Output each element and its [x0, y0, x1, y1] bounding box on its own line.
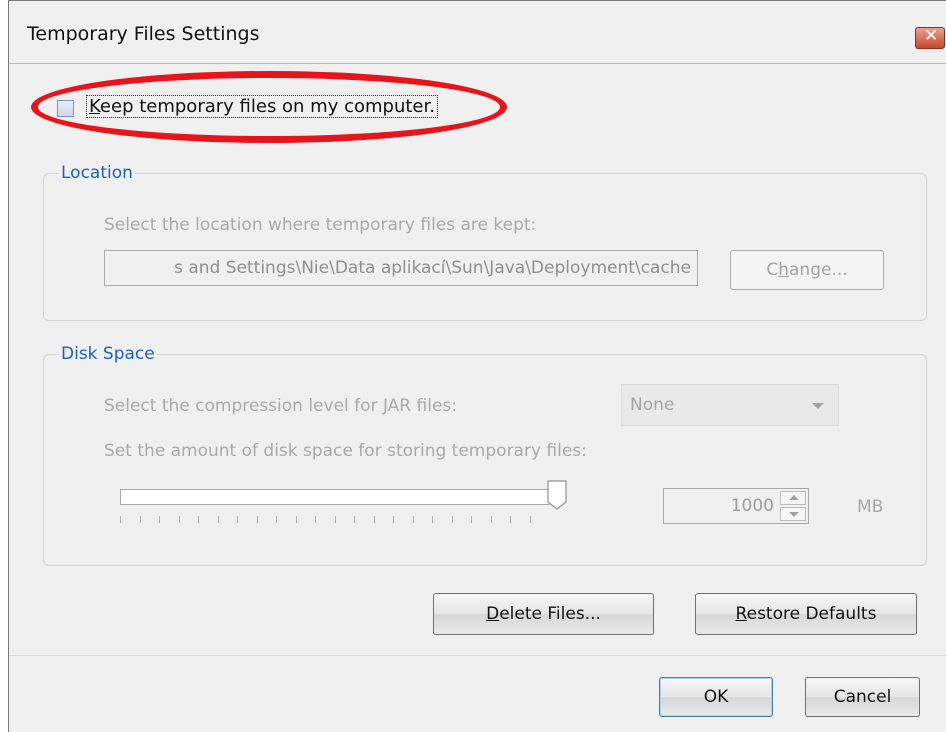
slider-tick	[354, 516, 355, 523]
slider-tick	[510, 516, 511, 523]
ok-label: OK	[703, 687, 729, 707]
delete-label-text: elete Files...	[499, 604, 601, 624]
arrow-up-icon	[789, 495, 799, 500]
slider-tick	[432, 516, 433, 523]
slider-tick	[334, 516, 336, 523]
restore-label-text: estore Defaults	[746, 604, 877, 624]
slider-tick	[178, 516, 180, 523]
change-location-button[interactable]: Change...	[730, 250, 884, 290]
slider-tick	[295, 516, 297, 523]
ok-button[interactable]: OK	[659, 677, 773, 717]
unit-label: MB	[857, 497, 884, 517]
location-description: Select the location where temporary file…	[104, 215, 537, 235]
slider-tick	[451, 516, 453, 523]
cancel-button[interactable]: Cancel	[805, 677, 920, 717]
disk-space-value: 1000	[730, 496, 774, 516]
slider-tick	[217, 516, 219, 523]
footer-divider	[9, 655, 946, 656]
restore-label-mnemonic: R	[735, 604, 747, 624]
spinner-down-button[interactable]	[780, 507, 806, 521]
close-button[interactable]: ✕	[915, 26, 945, 49]
chevron-down-icon	[812, 403, 824, 409]
disk-space-spinner[interactable]: 1000	[663, 488, 809, 524]
disk-space-legend: Disk Space	[59, 344, 157, 364]
cache-path-field[interactable]: s and Settings\Nie\Data aplikací\Sun\Jav…	[104, 250, 698, 286]
compression-select[interactable]: None	[621, 384, 839, 426]
title-bar: Temporary Files Settings ✕	[9, 1, 946, 64]
slider-tick	[198, 516, 199, 523]
restore-defaults-button[interactable]: Restore Defaults	[695, 593, 917, 635]
slider-tick	[412, 516, 414, 523]
change-label-mnemonic: h	[778, 260, 789, 280]
delete-label-mnemonic: D	[486, 604, 500, 624]
disk-amount-label: Set the amount of disk space for storing…	[104, 441, 587, 461]
highlight-annotation-ring	[31, 71, 507, 143]
delete-files-button[interactable]: Delete Files...	[433, 593, 654, 635]
slider-tick	[139, 516, 141, 523]
spinner-buttons	[780, 491, 806, 521]
compression-selected-value: None	[630, 395, 675, 415]
location-group	[43, 173, 927, 321]
location-legend: Location	[59, 163, 135, 183]
slider-tick	[471, 516, 472, 523]
temporary-files-dialog: Temporary Files Settings ✕ Keep temporar…	[8, 0, 946, 732]
slider-tick	[490, 516, 492, 523]
change-label-post: ange...	[789, 260, 848, 280]
slider-tick	[393, 516, 394, 523]
dialog-title: Temporary Files Settings	[27, 23, 260, 45]
slider-tick	[373, 516, 375, 523]
slider-tick	[237, 516, 238, 523]
change-label-pre: C	[766, 260, 779, 280]
cancel-label: Cancel	[833, 687, 892, 707]
cache-path-value: s and Settings\Nie\Data aplikací\Sun\Jav…	[174, 258, 691, 278]
close-icon: ✕	[924, 26, 939, 46]
slider-tick	[256, 516, 258, 523]
slider-tick	[315, 516, 316, 523]
slider-tick	[159, 516, 160, 523]
slider-tick	[529, 516, 531, 523]
arrow-down-icon	[789, 512, 799, 517]
spinner-up-button[interactable]	[780, 491, 806, 505]
disk-space-slider-track[interactable]	[120, 489, 550, 505]
disk-space-slider-thumb[interactable]	[547, 480, 567, 510]
slider-ticks	[120, 516, 540, 524]
compression-label: Select the compression level for JAR fil…	[104, 396, 457, 416]
slider-tick	[276, 516, 277, 523]
slider-tick	[120, 516, 121, 523]
